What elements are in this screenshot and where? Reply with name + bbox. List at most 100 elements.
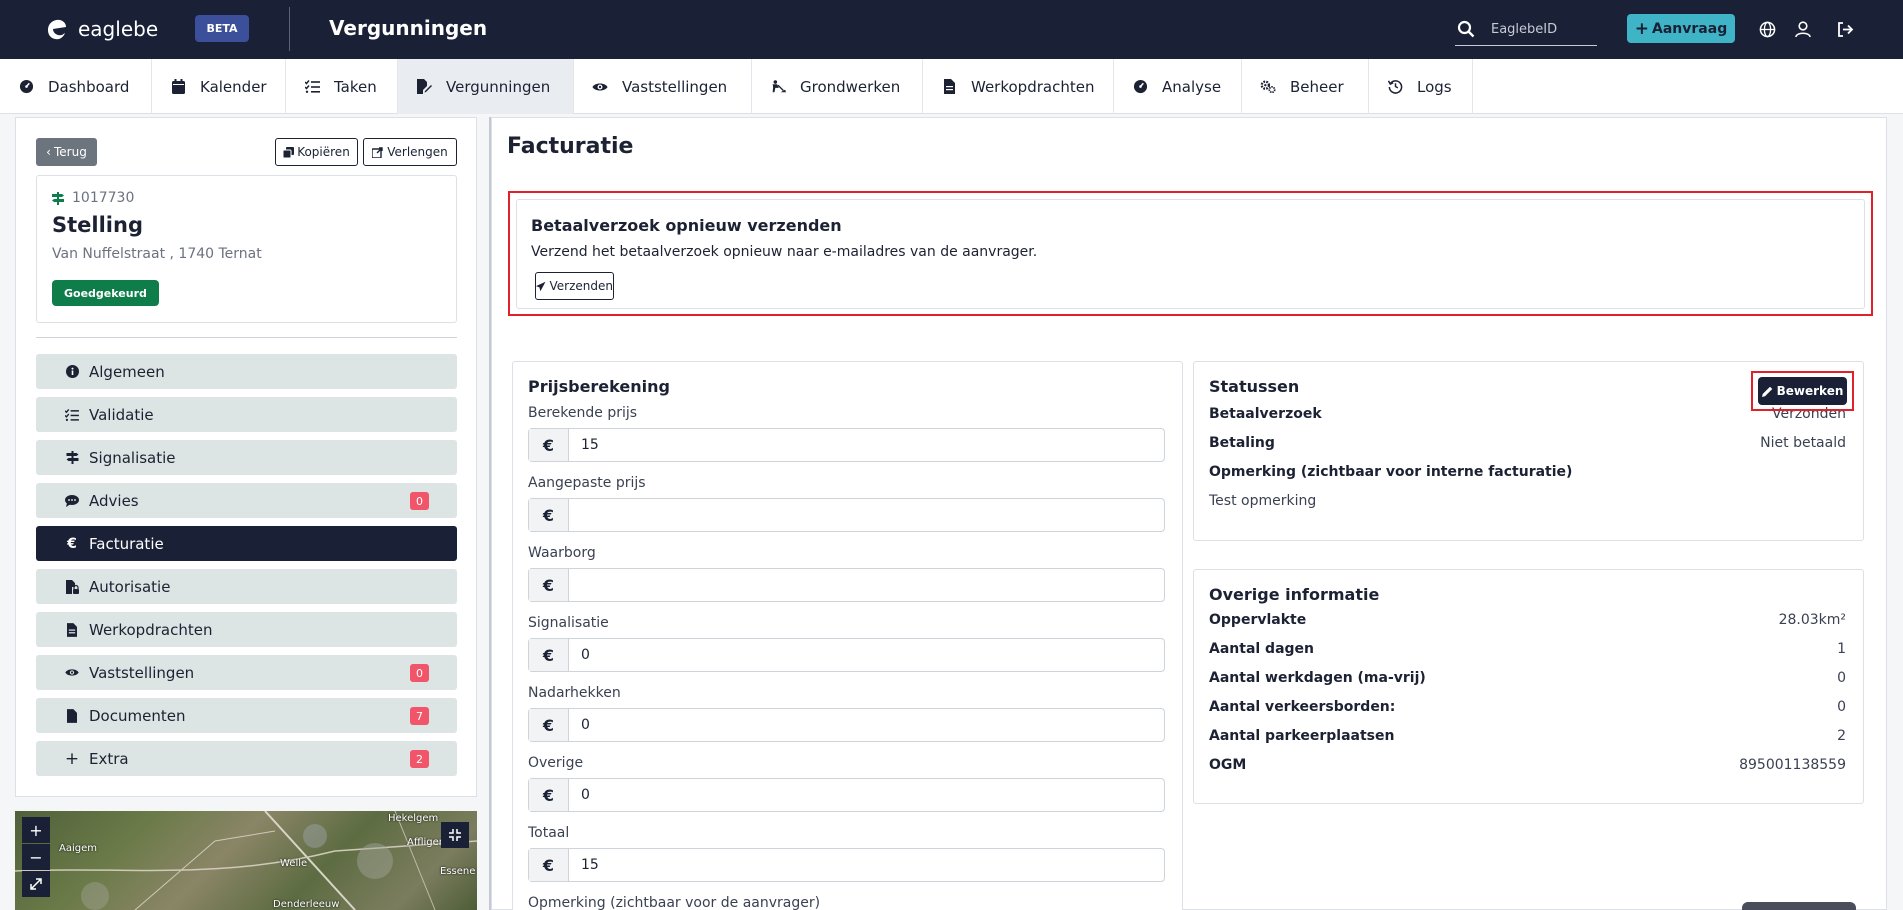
other-info-title: Overige informatie [1209, 585, 1380, 604]
menu-vaststellingen[interactable]: Vaststellingen 0 [36, 655, 457, 690]
status-badge: Goedgekeurd [52, 280, 159, 306]
nav-analyse[interactable]: Analyse [1114, 59, 1242, 114]
menu-label: Advies [89, 491, 139, 510]
menu-advies[interactable]: Advies 0 [36, 483, 457, 518]
info-value: 0 [1837, 670, 1846, 686]
nav-dashboard[interactable]: Dashboard [0, 59, 152, 114]
nadarhekken-field: € [528, 708, 1165, 742]
menu-validatie[interactable]: Validatie [36, 397, 457, 432]
nav-kalender[interactable]: Kalender [152, 59, 286, 114]
signalisatie-field: € [528, 638, 1165, 672]
plus-icon: + [1634, 18, 1650, 39]
menu-autorisatie[interactable]: Autorisatie [36, 569, 457, 604]
zoom-in-button[interactable]: + [22, 817, 50, 843]
remark-row: Opmerking (zichtbaar voor interne factur… [1209, 464, 1846, 486]
nav-werkopdrachten[interactable]: Werkopdrachten [923, 59, 1114, 114]
menu-label: Algemeen [89, 362, 165, 381]
nav-logs[interactable]: Logs [1369, 59, 1473, 114]
permit-address: Van Nuffelstraat , 1740 Ternat [52, 246, 262, 262]
menu-label: Validatie [89, 405, 154, 424]
nav-beheer[interactable]: Beheer [1242, 59, 1369, 114]
eye-icon [592, 79, 608, 95]
menu-label: Vaststellingen [89, 663, 195, 682]
map-label: Aaigem [59, 843, 97, 854]
edit-label: Bewerken [1776, 384, 1844, 398]
logo[interactable]: eaglebe [42, 14, 158, 44]
permit-summary-card: 1017730 Stelling Van Nuffelstraat , 1740… [36, 175, 457, 323]
overige-input[interactable] [569, 779, 1164, 811]
digging-icon [770, 79, 786, 95]
aangepaste-prijs-input[interactable] [569, 499, 1164, 531]
nav-taken[interactable]: Taken [286, 59, 398, 114]
menu-werkopdrachten[interactable]: Werkopdrachten [36, 612, 457, 647]
map-label: Hekelgem [388, 813, 439, 824]
statuses-title: Statussen [1209, 377, 1300, 396]
totaal-input[interactable] [569, 849, 1164, 881]
send-button[interactable]: Verzenden [535, 272, 614, 300]
copy-button[interactable]: Kopiëren [275, 138, 358, 166]
signalisatie-input[interactable] [569, 639, 1164, 671]
remark-label: Opmerking (zichtbaar voor interne factur… [1209, 464, 1573, 480]
nav-label: Logs [1417, 77, 1452, 96]
extend-label: Verlengen [387, 145, 448, 159]
back-button[interactable]: ‹ Terug [36, 138, 97, 166]
menu-extra[interactable]: + Extra 2 [36, 741, 457, 776]
gears-icon [1260, 79, 1276, 95]
globe-icon[interactable] [1756, 18, 1778, 40]
other-info-card: Overige informatie Oppervlakte 28.03km² … [1193, 569, 1864, 804]
status-key: Betaling [1209, 435, 1275, 451]
expand-button[interactable] [22, 871, 50, 897]
user-icon[interactable] [1792, 18, 1814, 40]
expand-icon [30, 878, 42, 890]
compress-icon [449, 829, 461, 841]
file-icon [65, 708, 79, 723]
info-row: Aantal verkeersborden: 0 [1209, 699, 1846, 721]
menu-algemeen[interactable]: Algemeen [36, 354, 457, 389]
share-icon [372, 146, 383, 158]
gauge-icon [1132, 79, 1148, 95]
info-row: Aantal parkeerplaatsen 2 [1209, 728, 1846, 750]
search-input[interactable] [1491, 21, 1591, 37]
info-value: 1 [1837, 641, 1846, 657]
waarborg-input[interactable] [569, 569, 1164, 601]
send-label: Verzenden [549, 279, 614, 293]
overige-field: € [528, 778, 1165, 812]
logout-icon[interactable] [1834, 18, 1856, 40]
extend-button[interactable]: Verlengen [363, 138, 457, 166]
tasks-icon [304, 79, 320, 95]
field-label: Signalisatie [528, 615, 609, 631]
permit-icon [416, 79, 432, 95]
history-icon [1387, 79, 1403, 95]
nav-label: Analyse [1162, 77, 1222, 96]
menu-facturatie[interactable]: € Facturatie [36, 526, 457, 561]
info-key: OGM [1209, 757, 1247, 773]
menu-label: Werkopdrachten [89, 620, 213, 639]
location-map[interactable]: Hekelgem Aaigem Affligem Welle Essene De… [15, 811, 477, 910]
field-label: Nadarhekken [528, 685, 621, 701]
euro-icon: € [67, 535, 77, 552]
page-title: Facturatie [507, 134, 634, 159]
fullscreen-exit-button[interactable] [441, 822, 469, 848]
nadarhekken-input[interactable] [569, 709, 1164, 741]
signpost-icon [52, 191, 64, 205]
zoom-out-button[interactable]: − [22, 844, 50, 870]
euro-icon: € [529, 709, 569, 741]
edit-button[interactable]: Bewerken [1758, 377, 1847, 405]
menu-signalisatie[interactable]: Signalisatie [36, 440, 457, 475]
nav-vaststellingen[interactable]: Vaststellingen [574, 59, 752, 114]
save-button[interactable] [1742, 902, 1856, 910]
nav-grondwerken[interactable]: Grondwerken [752, 59, 923, 114]
waarborg-field: € [528, 568, 1165, 602]
nav-label: Taken [334, 77, 377, 96]
nav-vergunningen[interactable]: Vergunningen [398, 59, 574, 114]
aanvraag-button[interactable]: + Aanvraag [1627, 14, 1735, 43]
field-label: Totaal [528, 825, 570, 841]
pricing-card: Prijsberekening Berekende prijs € Aangep… [512, 361, 1183, 910]
copy-icon [283, 146, 295, 158]
berekende-prijs-input[interactable] [569, 429, 1164, 461]
menu-label: Documenten [89, 706, 186, 725]
info-value: 28.03km² [1778, 612, 1846, 628]
document-icon [65, 622, 79, 637]
menu-documenten[interactable]: Documenten 7 [36, 698, 457, 733]
map-label: Denderleeuw [273, 899, 340, 910]
